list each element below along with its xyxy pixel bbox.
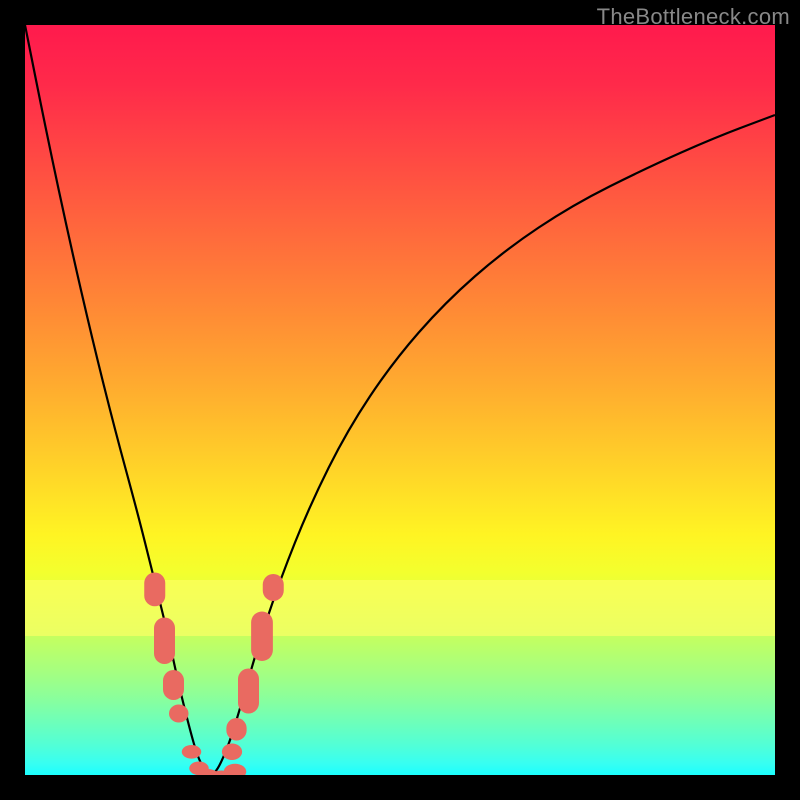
data-marker xyxy=(154,618,175,665)
data-marker xyxy=(163,670,184,700)
data-marker xyxy=(169,705,189,723)
data-markers xyxy=(144,573,284,776)
data-marker xyxy=(224,764,247,775)
data-marker xyxy=(226,718,246,741)
data-marker xyxy=(182,745,202,759)
data-marker xyxy=(144,573,165,607)
bottleneck-curve xyxy=(25,25,775,774)
data-marker xyxy=(238,669,259,714)
data-marker xyxy=(251,612,273,662)
curve-svg xyxy=(25,25,775,775)
chart-frame: TheBottleneck.com xyxy=(0,0,800,800)
plot-area xyxy=(25,25,775,775)
data-marker xyxy=(263,574,284,601)
data-marker xyxy=(222,744,242,761)
